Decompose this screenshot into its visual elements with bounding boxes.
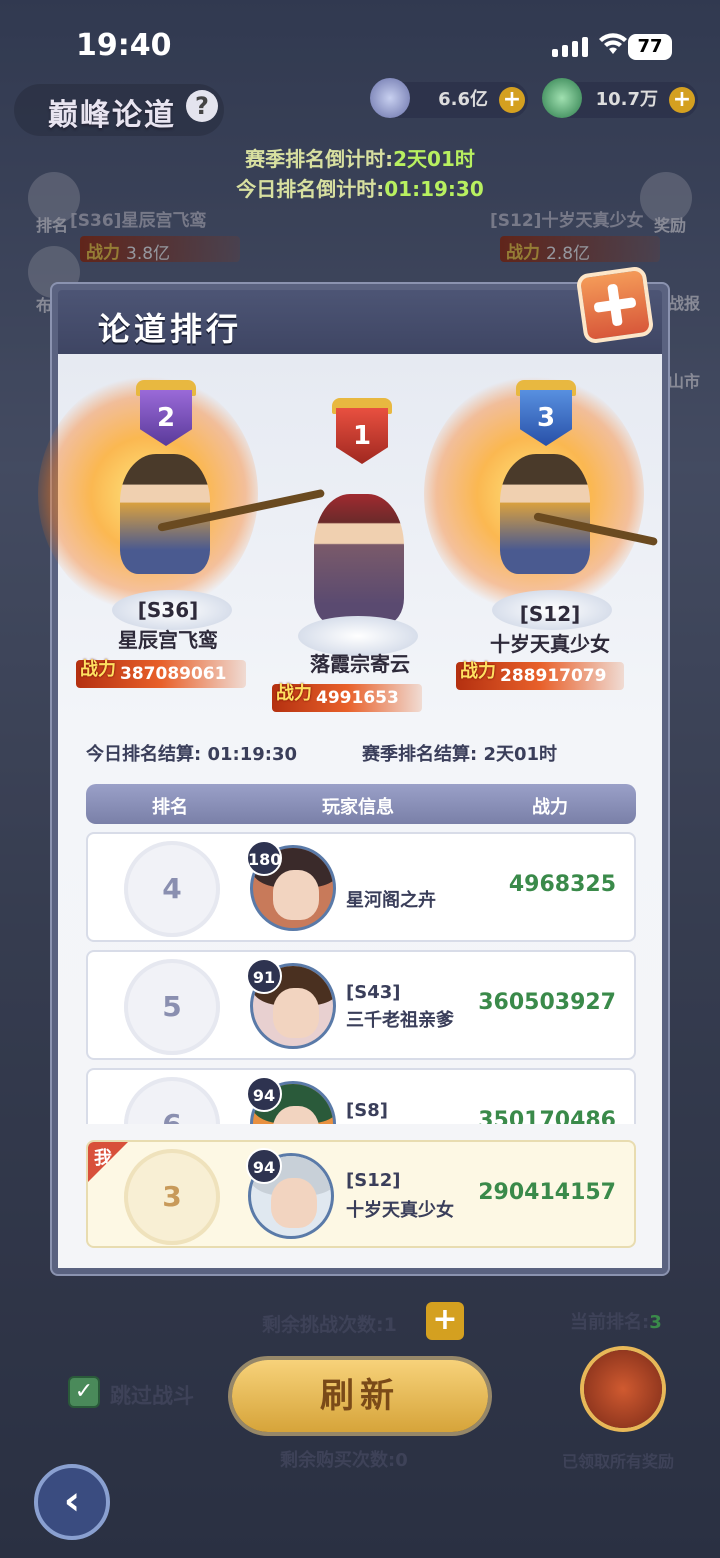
podium-third-server: [S12]	[519, 602, 581, 626]
today-countdown-value: 01:19:30	[384, 177, 484, 201]
podium-second-power: 战力 387089061	[76, 659, 246, 688]
battery-icon: 77	[628, 34, 672, 60]
refresh-button[interactable]: 刷新	[232, 1360, 488, 1432]
remaining-challenges: 剩余挑战次数:1	[262, 1310, 397, 1337]
ranking-panel: 论道排行 2 [S36] 星辰宫飞鸾 战力 387089061 1 落霞宗寄云	[38, 265, 668, 1274]
podium-first-power: 战力 4991653	[272, 683, 422, 712]
my-name: 十岁天真少女	[346, 1200, 454, 1221]
remaining-challenges-label: 剩余挑战次数:	[262, 1314, 384, 1336]
podium-first-name: 落霞宗寄云	[310, 652, 410, 676]
today-settle: 今日排名结算: 01:19:30	[86, 744, 298, 765]
player-server: [S8]	[346, 1100, 388, 1121]
column-info: 玩家信息	[322, 797, 394, 818]
back-button[interactable]: ‹	[34, 1464, 110, 1540]
row-rank: 4	[124, 841, 220, 937]
me-tag: 我	[88, 1142, 128, 1182]
wifi-icon	[599, 33, 627, 54]
current-rank-label: 当前排名:	[570, 1312, 650, 1333]
player-server: [S43]	[346, 982, 401, 1003]
add-challenges-button[interactable]: +	[426, 1302, 464, 1340]
table-row[interactable]: 4 180 星河阁之卉 4968325	[86, 832, 636, 942]
column-rank: 排名	[152, 797, 188, 818]
table-header: 排名 玩家信息 战力	[86, 784, 636, 824]
top-bar: 巅峰论道 ? 6.6亿 + 10.7万 +	[0, 78, 720, 140]
player-name: 星河阁之卉	[346, 890, 436, 911]
power-label: 战力	[80, 659, 116, 680]
player-power: 4968325	[508, 872, 616, 897]
help-button[interactable]: ?	[186, 90, 218, 122]
podium-third-name: 十岁天真少女	[490, 632, 610, 656]
treasure-chest-icon[interactable]	[584, 1350, 662, 1428]
podium-third[interactable]: 3 [S12] 十岁天真少女 战力 288917079	[424, 354, 662, 694]
jade-icon	[542, 78, 582, 118]
today-countdown: 今日排名倒计时:01:19:30	[0, 173, 720, 202]
close-button[interactable]	[575, 265, 655, 345]
level-badge: 94	[246, 1076, 282, 1112]
season-countdown: 赛季排名倒计时:2天01时	[0, 143, 720, 172]
remaining-purchases-label: 剩余购买次数:	[280, 1450, 396, 1471]
rank-badge-1: 1	[336, 408, 388, 464]
currency-jade: 10.7万 +	[542, 78, 698, 118]
my-rank: 3	[124, 1149, 220, 1245]
player-power: 350170486	[478, 1108, 616, 1124]
skip-battle-label[interactable]: 跳过战斗	[110, 1380, 194, 1410]
panel-title: 论道排行	[98, 310, 243, 348]
season-countdown-label: 赛季排名倒计时:	[245, 147, 394, 171]
level-badge: 91	[246, 958, 282, 994]
power-label: 战力	[460, 661, 496, 682]
remaining-challenges-value: 1	[383, 1314, 397, 1336]
gem-plus-button[interactable]: +	[499, 87, 525, 113]
row-rank: 6	[124, 1077, 220, 1124]
my-power: 290414157	[478, 1180, 616, 1205]
table-row[interactable]: 5 91 [S43] 三千老祖亲爹 360503927	[86, 950, 636, 1060]
currency-gem: 6.6亿 +	[370, 78, 528, 118]
remaining-purchases: 剩余购买次数:0	[280, 1446, 408, 1472]
table-row[interactable]: 6 94 [S8] 350170486	[86, 1068, 636, 1124]
podium-second-power-value: 387089061	[120, 664, 227, 684]
column-power: 战力	[532, 797, 568, 818]
ranking-list[interactable]: 4 180 星河阁之卉 4968325 5 91 [S43] 三千老祖亲爹 36…	[86, 832, 638, 1124]
currency-gem-value: 6.6亿	[438, 89, 488, 110]
currency-jade-value: 10.7万	[595, 89, 658, 110]
my-server: [S12]	[346, 1170, 401, 1191]
today-countdown-label: 今日排名倒计时:	[236, 177, 385, 201]
row-rank: 5	[124, 959, 220, 1055]
current-rank: 当前排名:3	[570, 1308, 662, 1334]
power-label: 战力	[276, 683, 312, 704]
current-rank-value: 3	[649, 1312, 662, 1333]
my-level-badge: 94	[246, 1148, 282, 1184]
clock: 19:40	[76, 28, 172, 63]
podium-second-server: [S36]	[137, 598, 199, 622]
season-countdown-value: 2天01时	[393, 147, 475, 171]
page-title: 巅峰论道	[48, 98, 176, 133]
hero-figure	[314, 494, 404, 624]
panel-body: 2 [S36] 星辰宫飞鸾 战力 387089061 1 落霞宗寄云 战力 49…	[38, 354, 662, 1268]
all-rewards-claimed: 已领取所有奖励	[562, 1452, 675, 1471]
skip-battle-checkbox[interactable]: ✓	[68, 1376, 100, 1408]
remaining-purchases-value: 0	[395, 1450, 408, 1471]
season-settle: 赛季排名结算: 2天01时	[362, 744, 558, 765]
podium-second-name: 星辰宫飞鸾	[118, 628, 218, 652]
podium-first-power-value: 4991653	[316, 688, 399, 708]
signal-icon	[552, 37, 588, 57]
my-rank-row[interactable]: 我 3 94 [S12] 十岁天真少女 290414157	[86, 1140, 636, 1248]
podium-third-power: 战力 288917079	[456, 661, 624, 690]
player-power: 360503927	[478, 990, 616, 1015]
jade-plus-button[interactable]: +	[669, 87, 695, 113]
player-name: 三千老祖亲爹	[346, 1010, 454, 1031]
podium-second[interactable]: 2 [S36] 星辰宫飞鸾 战力 387089061	[38, 354, 326, 694]
hero-figure	[120, 454, 210, 574]
podium-first[interactable]: 1 落霞宗寄云 战力 4991653	[258, 354, 458, 714]
podium-third-power-value: 288917079	[500, 666, 607, 686]
level-badge: 180	[246, 840, 282, 876]
panel-header: 论道排行	[58, 290, 662, 354]
gem-icon	[370, 78, 410, 118]
